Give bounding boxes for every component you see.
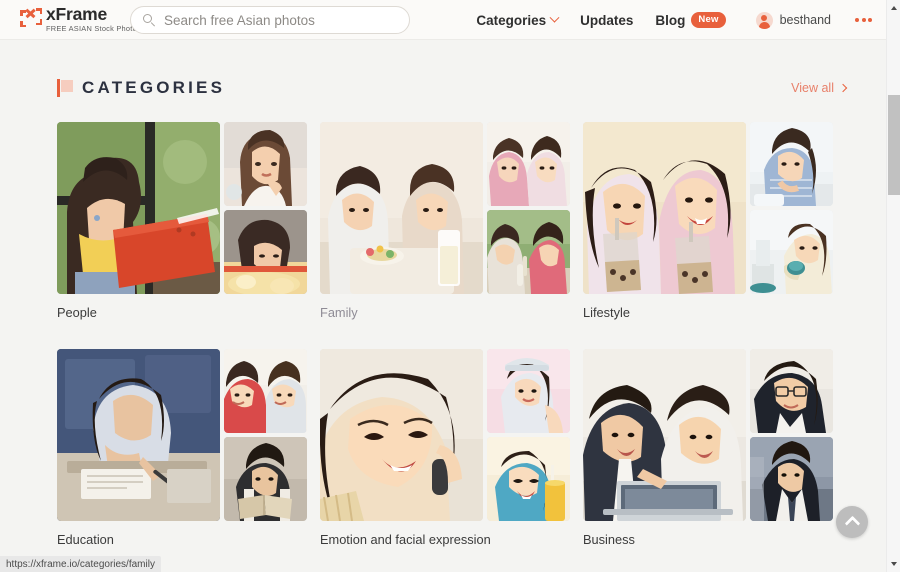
category-image-secondary-2 [224, 437, 307, 521]
scrollbar-up-arrow[interactable] [887, 1, 900, 15]
category-label: Family [320, 305, 358, 320]
category-thumbnails [57, 349, 307, 521]
browser-page: xFrame FREE ASIAN Stock Photos Search fr… [0, 0, 900, 572]
nav-label-updates: Updates [580, 12, 634, 28]
category-thumbnails [57, 122, 307, 294]
chevron-up-icon [844, 515, 860, 532]
category-label: Education [57, 532, 114, 547]
nav-item-categories[interactable]: Categories [476, 12, 560, 28]
category-image-secondary-1 [224, 349, 307, 433]
category-card-people[interactable]: People [57, 122, 307, 321]
category-image-primary [57, 122, 220, 294]
chevron-down-icon [549, 12, 560, 23]
view-all-label: View all [791, 81, 834, 95]
category-image-primary [320, 122, 483, 294]
page-title: CATEGORIES [82, 78, 226, 97]
scrollbar-down-arrow[interactable] [887, 557, 900, 571]
category-image-secondary-2 [487, 437, 570, 521]
status-bar-url: https://xframe.io/categories/family [0, 556, 161, 572]
category-thumbnails [583, 349, 833, 521]
chevron-right-icon [838, 83, 848, 93]
view-all-link[interactable]: View all [791, 81, 848, 95]
main-nav: Categories Updates Blog New besthand [454, 0, 872, 40]
category-label: Lifestyle [583, 305, 630, 320]
nav-label-blog: Blog [655, 12, 686, 28]
category-card-business[interactable]: Business [583, 349, 833, 548]
flag-icon [57, 79, 73, 97]
user-name: besthand [779, 13, 831, 27]
category-card-emotion[interactable]: Emotion and facial expression [320, 349, 570, 548]
new-badge: New [691, 12, 726, 28]
category-card-education[interactable]: Education [57, 349, 307, 548]
nav-label-categories: Categories [476, 12, 547, 28]
category-image-secondary-2 [224, 210, 307, 294]
page-content: CATEGORIES View all People Family Lifest… [0, 40, 886, 556]
categories-section-header: CATEGORIES View all [57, 78, 848, 98]
category-image-primary [583, 349, 746, 521]
category-card-lifestyle[interactable]: Lifestyle [583, 122, 833, 321]
category-image-secondary-1 [487, 349, 570, 433]
category-image-primary [583, 122, 746, 294]
nav-item-updates[interactable]: Updates [580, 13, 633, 28]
category-label: Business [583, 532, 635, 547]
more-dots-icon[interactable] [855, 18, 872, 22]
category-thumbnails [320, 349, 570, 521]
site-logo[interactable]: xFrame FREE ASIAN Stock Photos [20, 5, 141, 34]
category-image-primary [57, 349, 220, 521]
category-image-secondary-2 [487, 210, 570, 294]
category-image-secondary-1 [750, 122, 833, 206]
scroll-to-top-button[interactable] [836, 506, 868, 538]
search-input[interactable]: Search free Asian photos [130, 6, 410, 34]
logo-tagline: FREE ASIAN Stock Photos [46, 24, 141, 33]
category-thumbnails [320, 122, 570, 294]
category-label: Emotion and facial expression [320, 532, 491, 547]
logo-name: xFrame [46, 4, 108, 24]
vertical-scrollbar[interactable] [886, 0, 900, 572]
user-avatar-icon [755, 11, 773, 29]
category-image-primary [320, 349, 483, 521]
category-label: People [57, 305, 97, 320]
scrollbar-thumb[interactable] [888, 95, 900, 195]
category-image-secondary-2 [750, 437, 833, 521]
search-icon [143, 13, 156, 27]
nav-item-blog[interactable]: Blog New [655, 12, 726, 28]
site-header: xFrame FREE ASIAN Stock Photos Search fr… [0, 0, 886, 40]
category-thumbnails [583, 122, 833, 294]
user-menu[interactable]: besthand [755, 11, 831, 29]
category-image-secondary-1 [224, 122, 307, 206]
category-image-secondary-1 [487, 122, 570, 206]
category-card-family[interactable]: Family [320, 122, 570, 321]
categories-grid: People Family Lifestyle Education Emotio… [57, 122, 833, 548]
category-image-secondary-2 [750, 210, 833, 294]
category-image-secondary-1 [750, 349, 833, 433]
search-placeholder: Search free Asian photos [164, 12, 315, 28]
xframe-logo-icon [20, 8, 42, 27]
